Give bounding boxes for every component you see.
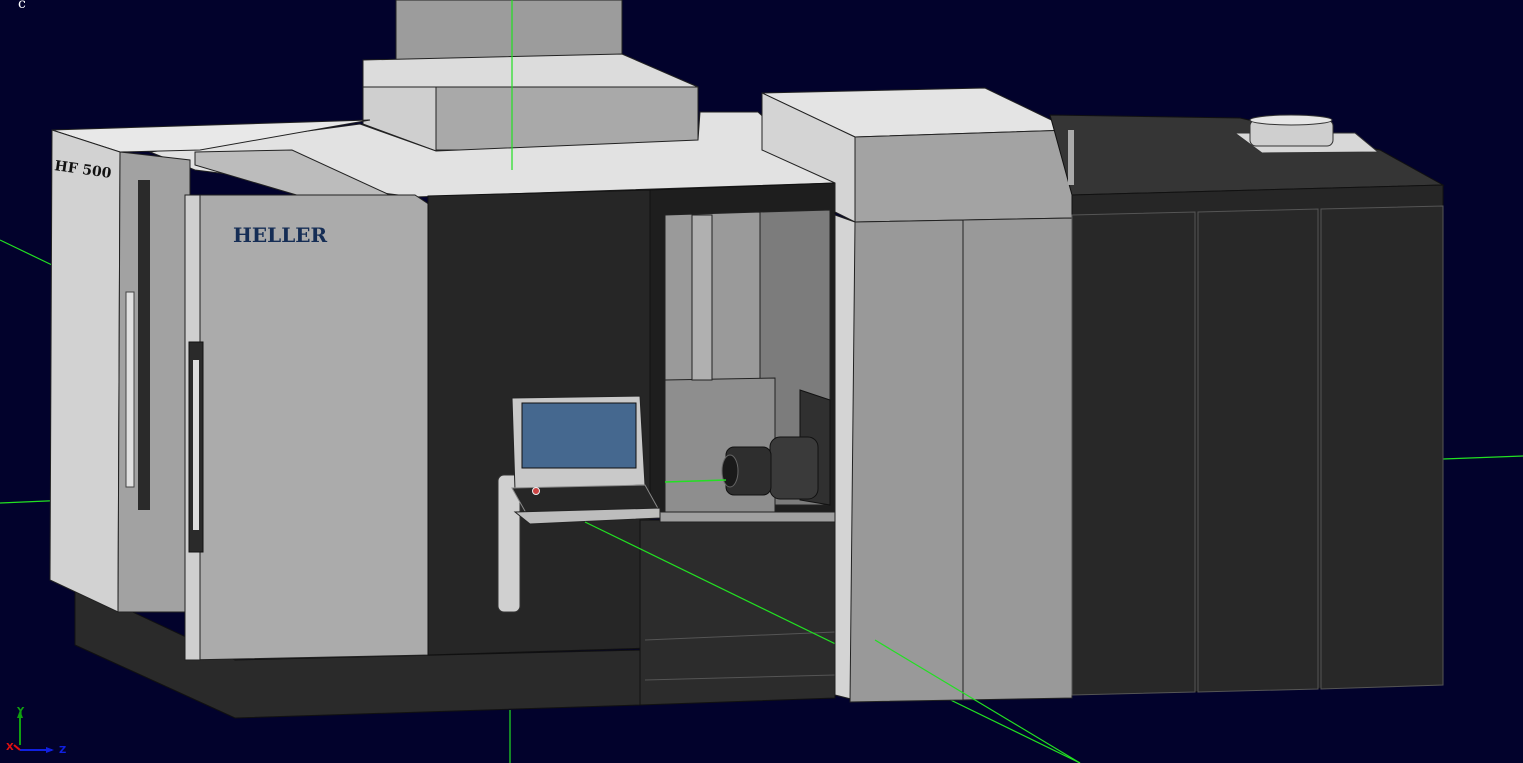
- spindle-slide: [691, 214, 713, 381]
- y-axis-label: Y: [16, 706, 25, 717]
- brand-logo: HELLER: [233, 223, 328, 247]
- left-cabinet-side: [49, 129, 121, 613]
- right-cabinet-upper: [854, 129, 1073, 223]
- right-door-1[interactable]: [849, 219, 964, 703]
- front-door[interactable]: [184, 194, 431, 661]
- column-base-top: [362, 53, 699, 88]
- 3d-viewport[interactable]: c HF 500 HELLER Y Z X: [0, 0, 1523, 763]
- rotary-table: [769, 436, 819, 500]
- column-base-front: [435, 86, 699, 151]
- x-axis-arrow: [13, 744, 21, 751]
- cylinder-top: [1249, 114, 1333, 126]
- machine-model[interactable]: HF 500 HELLER Y Z X: [0, 0, 1523, 763]
- control-screen[interactable]: [521, 402, 637, 469]
- left-door-gap: [138, 180, 150, 510]
- right-door-2[interactable]: [962, 217, 1073, 701]
- door-handle[interactable]: [193, 360, 199, 530]
- x-axis-label: X: [6, 742, 14, 753]
- chuck-face: [721, 454, 739, 488]
- emergency-stop-button[interactable]: [532, 487, 540, 495]
- dark-cabinet-door-2[interactable]: [1197, 208, 1319, 693]
- axis-line-left: [0, 239, 53, 266]
- dark-cabinet-top: [1049, 114, 1445, 196]
- z-arrow-head-icon: [46, 747, 54, 753]
- work-area-sill: [659, 511, 837, 523]
- cabinet-connector: [1068, 130, 1074, 185]
- z-axis-label: Z: [59, 745, 66, 756]
- left-door-handle[interactable]: [125, 291, 135, 488]
- dark-cabinet-door-1[interactable]: [1071, 211, 1196, 696]
- axis-line-right: [1442, 455, 1523, 460]
- orientation-triad[interactable]: Y Z X: [6, 706, 66, 756]
- dark-cabinet-door-3[interactable]: [1320, 205, 1444, 690]
